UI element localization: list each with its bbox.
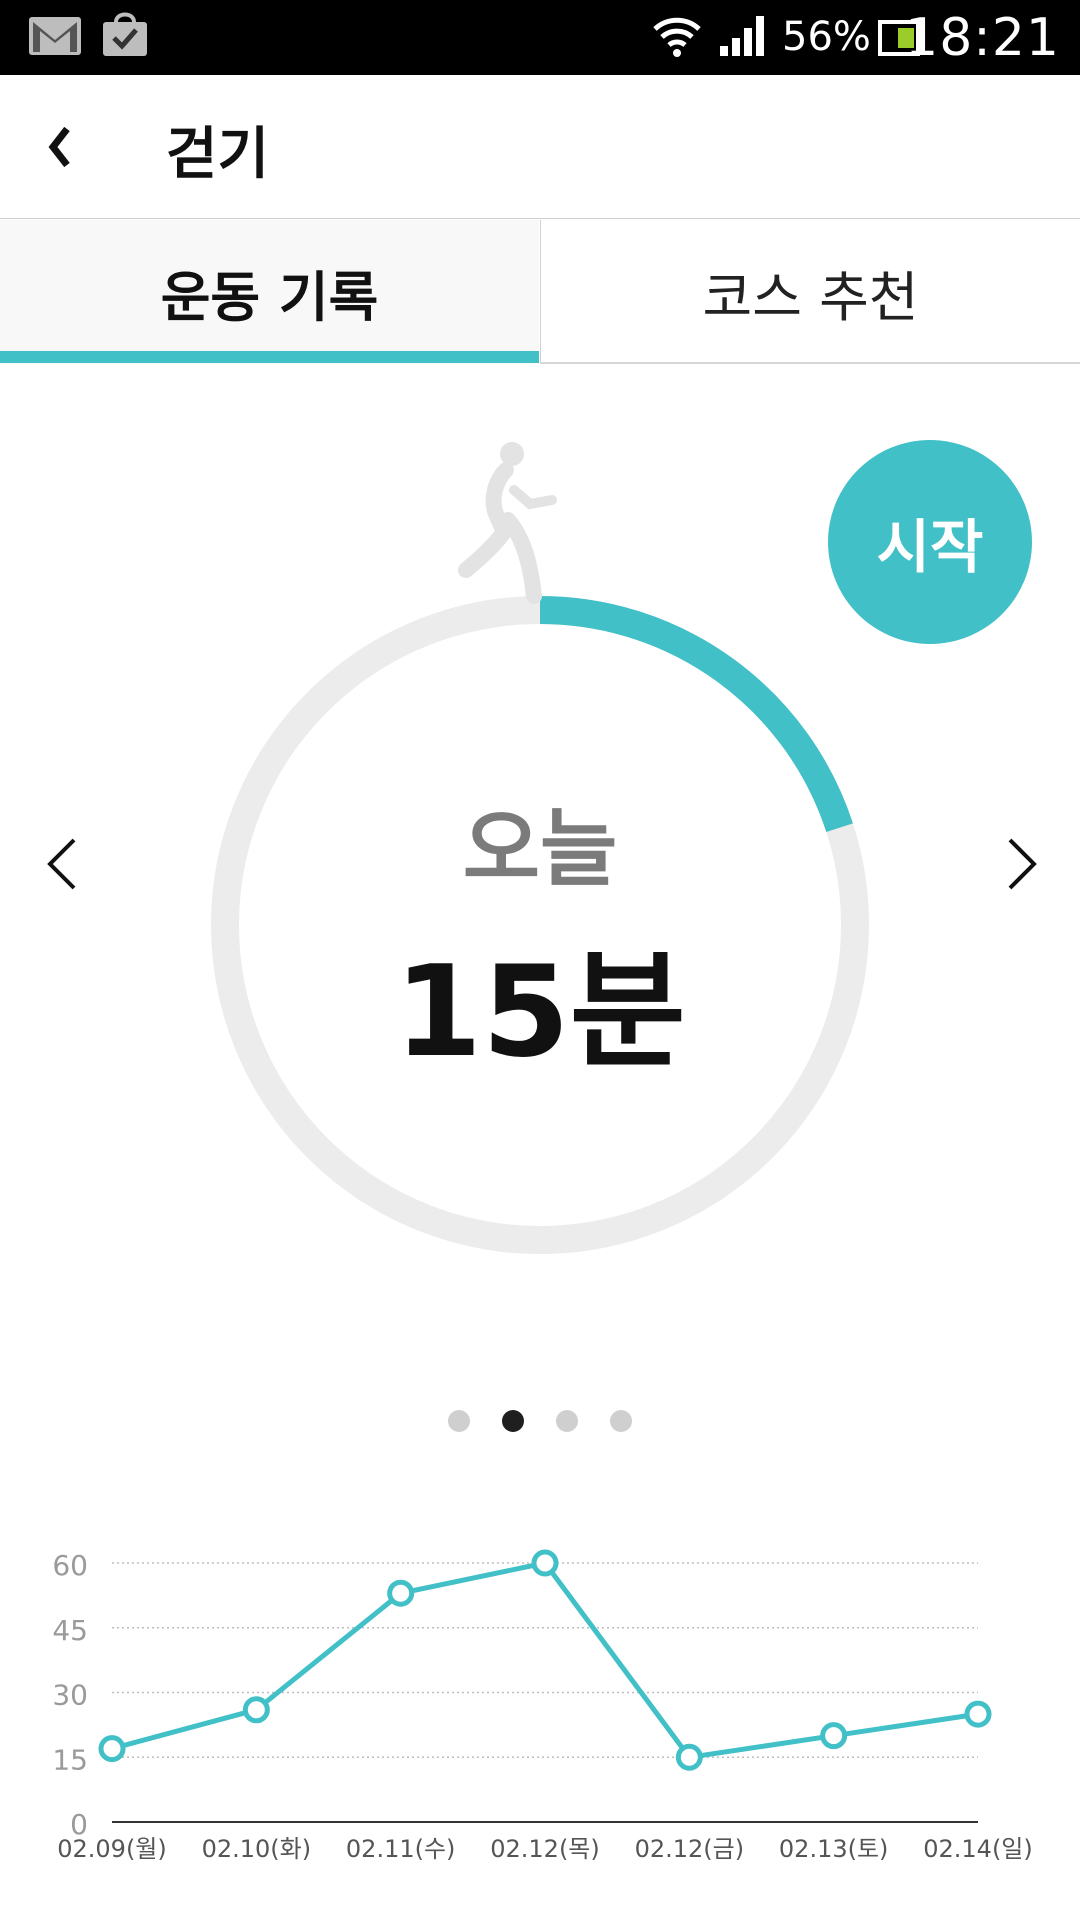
today-label: 오늘 bbox=[462, 800, 618, 898]
page-dot[interactable] bbox=[448, 1410, 470, 1432]
data-point bbox=[531, 1549, 559, 1577]
page-dot[interactable] bbox=[556, 1410, 578, 1432]
weekly-walking-chart: 01530456002.09(월) 02.10(화) 02.11(수) 02.12(목… bbox=[52, 1549, 1033, 1863]
page-indicator bbox=[448, 1410, 638, 1434]
shopping-bag-icon bbox=[103, 12, 147, 56]
status-bar: 56% 18:21 bbox=[0, 0, 1080, 75]
today-minutes: 15분 bbox=[394, 938, 686, 1085]
x-tick-label: 02.14(일) bbox=[923, 1835, 1033, 1863]
x-tick-label: 02.10(화) bbox=[202, 1835, 312, 1863]
data-point bbox=[964, 1700, 992, 1728]
app-header: 걷기 bbox=[0, 75, 1080, 219]
gmail-icon bbox=[29, 17, 81, 55]
series-line bbox=[111, 1560, 979, 1760]
page-title: 걷기 bbox=[166, 122, 270, 187]
x-tick-label: 02.13(토) bbox=[779, 1835, 889, 1863]
battery-percent: 56% bbox=[782, 14, 871, 60]
data-point bbox=[242, 1696, 270, 1724]
start-button[interactable]: 시작 bbox=[828, 440, 1032, 644]
data-point bbox=[675, 1743, 703, 1771]
tab-course-recommend[interactable]: 코스 추천 bbox=[540, 220, 1080, 364]
back-button[interactable] bbox=[36, 115, 84, 179]
signal-icon bbox=[720, 16, 764, 56]
tab-divider bbox=[540, 362, 1080, 364]
y-tick-label: 45 bbox=[52, 1614, 88, 1647]
prev-day-arrow-icon[interactable] bbox=[36, 834, 96, 894]
tab-exercise-log[interactable]: 운동 기록 bbox=[0, 220, 539, 364]
clock: 18:21 bbox=[905, 8, 1060, 68]
wifi-icon bbox=[653, 17, 701, 57]
y-tick-label: 15 bbox=[52, 1743, 88, 1776]
active-tab-indicator bbox=[0, 351, 539, 363]
data-point bbox=[820, 1722, 848, 1750]
y-tick-label: 30 bbox=[52, 1679, 88, 1712]
tab-bar: 운동 기록 코스 추천 bbox=[0, 220, 1080, 364]
x-tick-label: 02.11(수) bbox=[346, 1835, 456, 1863]
x-tick-label: 02.09(월) bbox=[57, 1835, 167, 1863]
data-point bbox=[387, 1579, 415, 1607]
page-dot[interactable] bbox=[502, 1410, 524, 1432]
chevron-left-icon bbox=[48, 126, 70, 168]
page-dot[interactable] bbox=[610, 1410, 632, 1432]
x-tick-label: 02.12(목) bbox=[490, 1835, 600, 1863]
x-tick-label: 02.12(금) bbox=[635, 1835, 745, 1863]
y-tick-label: 60 bbox=[52, 1549, 88, 1582]
next-day-arrow-icon[interactable] bbox=[988, 834, 1048, 894]
walking-person-icon bbox=[458, 442, 557, 604]
data-point bbox=[98, 1735, 126, 1763]
